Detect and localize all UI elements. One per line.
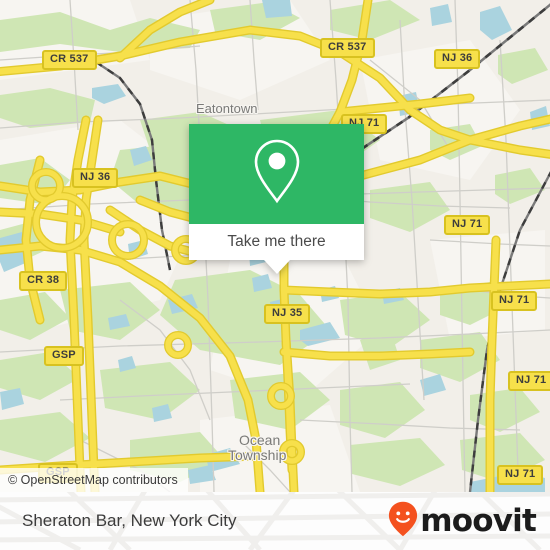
road-shield-nj71: NJ 71 xyxy=(508,371,550,391)
road-shield-nj71: NJ 71 xyxy=(444,215,491,235)
callout-pointer xyxy=(263,260,290,274)
road-shield-nj35: NJ 35 xyxy=(264,304,311,324)
road-shield-cr537: CR 537 xyxy=(320,38,375,58)
map-attribution[interactable]: © OpenStreetMap contributors xyxy=(0,468,188,492)
page-title: Sheraton Bar, New York City xyxy=(22,492,237,550)
road-shield-cr38: CR 38 xyxy=(19,271,68,291)
callout-image-area xyxy=(189,124,364,224)
road-shield-nj36: NJ 36 xyxy=(72,168,119,188)
road-shield-nj36: NJ 36 xyxy=(434,49,481,69)
road-shield-nj71: NJ 71 xyxy=(491,291,538,311)
footer-title-text: Sheraton Bar, New York City xyxy=(22,511,237,530)
moovit-wordmark: moovit xyxy=(420,502,537,539)
location-callout-card[interactable]: Take me there xyxy=(189,124,364,274)
take-me-there-label: Take me there xyxy=(227,233,326,250)
moovit-logo[interactable]: moovit xyxy=(388,492,537,550)
moovit-smile-pin-icon xyxy=(388,501,418,542)
take-me-there-button[interactable]: Take me there xyxy=(189,224,364,260)
attribution-text: © OpenStreetMap contributors xyxy=(8,473,178,487)
road-shield-nj71: NJ 71 xyxy=(497,465,544,485)
footer-bar: Sheraton Bar, New York City moovit xyxy=(0,492,550,550)
map-canvas[interactable]: Eatontown Ocean Township CR 537 CR 537 N… xyxy=(0,0,550,492)
map-pin-icon xyxy=(250,137,304,212)
road-shield-gsp: GSP xyxy=(44,346,84,366)
moovit-map-screenshot: Eatontown Ocean Township CR 537 CR 537 N… xyxy=(0,0,550,550)
road-shield-cr537: CR 537 xyxy=(42,50,97,70)
